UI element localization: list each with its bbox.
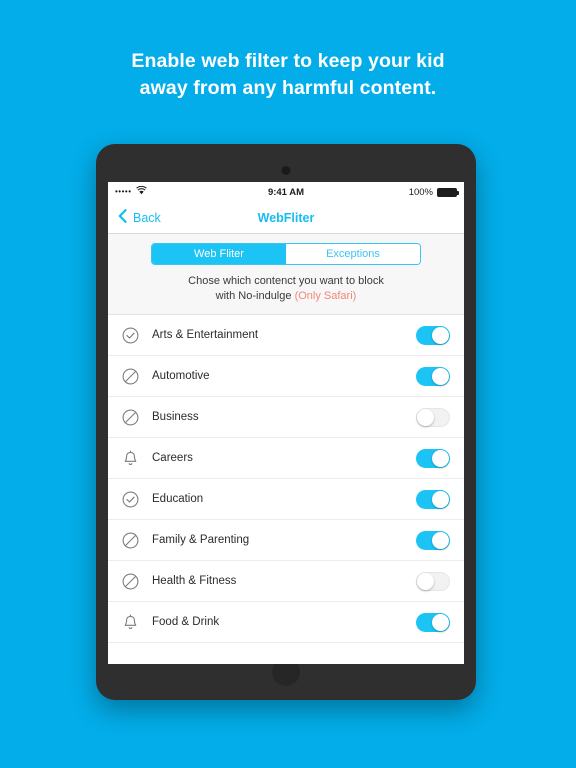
category-toggle[interactable] [416, 366, 450, 386]
bell-icon [120, 612, 140, 632]
signal-strength-dots: ••••• [115, 187, 132, 196]
table-row[interactable]: Arts & Entertainment [108, 315, 464, 356]
category-toggle[interactable] [416, 571, 450, 591]
battery-percent-label: 100% [408, 186, 433, 198]
status-bar: ••••• 9:41 AM 100% [108, 182, 464, 202]
category-toggle[interactable] [416, 407, 450, 427]
category-toggle[interactable] [416, 448, 450, 468]
battery-full-icon [437, 187, 459, 197]
back-button-label: Back [133, 210, 161, 225]
segmented-control[interactable]: Web Fliter Exceptions [151, 243, 421, 265]
category-label: Health & Fitness [152, 575, 237, 587]
tablet-device-frame: ••••• 9:41 AM 100% Back WebFliter Web Fl… [96, 144, 476, 700]
slash-circle-icon [120, 366, 140, 386]
filter-description: Chose which contenct you want to block w… [108, 274, 464, 304]
slash-circle-icon [120, 530, 140, 550]
check-circle-icon [120, 489, 140, 509]
front-camera-icon [281, 166, 291, 175]
toggle-knob [432, 326, 449, 344]
toggle-knob [432, 490, 449, 508]
category-label: Arts & Entertainment [152, 329, 259, 341]
table-row[interactable]: Food & Drink [108, 602, 464, 643]
category-label: Business [152, 411, 199, 423]
category-label: Careers [152, 452, 193, 464]
filter-header-section: Web Fliter Exceptions Chose which conten… [108, 234, 464, 315]
category-toggle[interactable] [416, 530, 450, 550]
table-row[interactable]: Education [108, 479, 464, 520]
category-toggle[interactable] [416, 325, 450, 345]
status-bar-left: ••••• [115, 185, 147, 198]
table-row[interactable]: Automotive [108, 356, 464, 397]
category-label: Education [152, 493, 204, 505]
toggle-knob [417, 408, 434, 426]
category-toggle[interactable] [416, 489, 450, 509]
promo-headline: Enable web filter to keep your kid away … [0, 48, 576, 102]
description-line-1: Chose which contenct you want to block [188, 275, 384, 287]
slash-circle-icon [120, 571, 140, 591]
category-label: Automotive [152, 370, 210, 382]
description-line-2-prefix: with No-indulge [215, 290, 292, 302]
toggle-knob [432, 449, 449, 467]
headline-line-2: away from any harmful content. [139, 77, 437, 99]
tab-exceptions[interactable]: Exceptions [286, 244, 420, 264]
table-row[interactable]: Family & Parenting [108, 520, 464, 561]
device-screen: ••••• 9:41 AM 100% Back WebFliter Web Fl… [108, 182, 464, 664]
table-row[interactable]: Careers [108, 438, 464, 479]
check-circle-icon [120, 325, 140, 345]
toggle-knob [432, 367, 449, 385]
table-row[interactable]: Business [108, 397, 464, 438]
chevron-left-icon [118, 209, 127, 226]
category-list: Arts & Entertainment Automotive Business… [108, 315, 464, 643]
toggle-knob [417, 572, 434, 590]
category-label: Family & Parenting [152, 534, 250, 546]
table-row[interactable]: Health & Fitness [108, 561, 464, 602]
bell-icon [120, 448, 140, 468]
wifi-icon [135, 185, 147, 198]
slash-circle-icon [120, 407, 140, 427]
category-toggle[interactable] [416, 612, 450, 632]
tab-web-filter[interactable]: Web Fliter [152, 244, 286, 264]
headline-line-1: Enable web filter to keep your kid [131, 50, 445, 72]
status-bar-right: 100% [408, 186, 459, 198]
page-title: WebFliter [257, 210, 315, 225]
category-label: Food & Drink [152, 616, 220, 628]
description-line-2: with No-indulge (Only Safari) [108, 289, 464, 304]
toggle-knob [432, 613, 449, 631]
back-button[interactable]: Back [118, 209, 161, 226]
toggle-knob [432, 531, 449, 549]
navigation-bar: Back WebFliter [108, 202, 464, 234]
only-safari-note: (Only Safari) [294, 290, 357, 302]
